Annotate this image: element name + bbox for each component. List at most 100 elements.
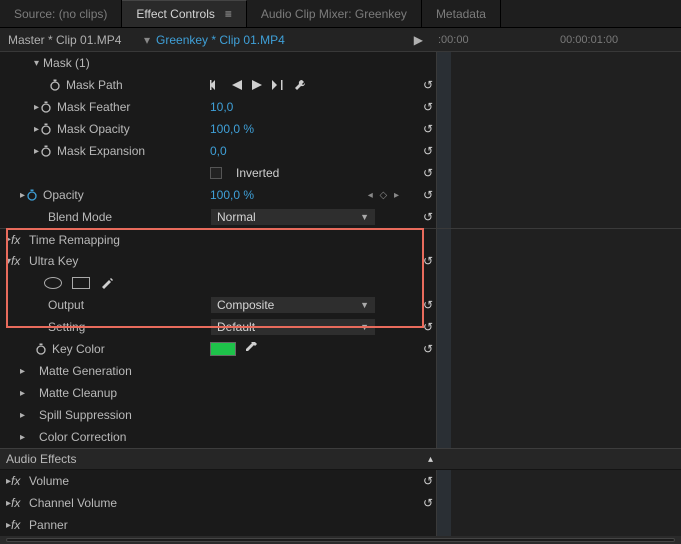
chevron-down-icon: ▼ xyxy=(360,212,369,222)
twisty-icon[interactable]: ▸ xyxy=(20,432,25,443)
mask-feather-value[interactable]: 10,0 xyxy=(210,100,233,114)
wrench-icon[interactable] xyxy=(294,79,306,91)
mask-section-label: Mask (1) xyxy=(43,56,90,70)
ellipse-mask-icon[interactable] xyxy=(44,277,62,289)
panner-row[interactable]: ▸ fx Panner xyxy=(0,514,681,536)
setting-label: Setting xyxy=(48,320,85,334)
twisty-icon[interactable]: ▸ xyxy=(20,388,25,399)
channel-volume-row[interactable]: ▸ fx Channel Volume ↺ xyxy=(0,492,681,514)
zoom-scrollbar[interactable] xyxy=(0,536,681,544)
reset-icon[interactable]: ↺ xyxy=(423,122,433,136)
mask-path-transport xyxy=(210,79,306,91)
stopwatch-icon[interactable] xyxy=(39,122,53,136)
mask-feather-row: ▸ Mask Feather 10,0 ↺ xyxy=(0,96,681,118)
tab-effect-controls[interactable]: Effect Controls ≡ xyxy=(122,0,247,27)
panel-menu-icon[interactable]: ≡ xyxy=(225,7,232,21)
matte-cleanup-label: Matte Cleanup xyxy=(39,386,117,400)
ultra-key-row[interactable]: ▾ fx Ultra Key ↺ xyxy=(0,250,681,272)
opacity-value[interactable]: 100,0 % xyxy=(210,188,254,202)
ultra-key-label: Ultra Key xyxy=(29,254,78,268)
spill-suppression-row[interactable]: ▸ Spill Suppression xyxy=(0,404,681,426)
mask-path-label: Mask Path xyxy=(66,78,123,92)
setting-row: Setting Default▼ ↺ xyxy=(0,316,681,338)
reset-icon[interactable]: ↺ xyxy=(423,188,433,202)
audio-effects-header[interactable]: Audio Effects ▴ xyxy=(0,448,681,470)
play-reverse-icon[interactable] xyxy=(232,80,242,90)
tab-audio-mixer[interactable]: Audio Clip Mixer: Greenkey xyxy=(247,0,422,27)
twisty-open-icon[interactable]: ▾ xyxy=(34,58,39,69)
prev-keyframe-icon[interactable] xyxy=(210,80,222,90)
keyframe-nav[interactable]: ◂ ◇ ▸ xyxy=(368,190,401,201)
fx-icon: fx xyxy=(11,254,25,268)
play-icon[interactable]: ▶ xyxy=(414,33,423,47)
reset-icon[interactable]: ↺ xyxy=(423,496,433,510)
reset-icon[interactable]: ↺ xyxy=(423,210,433,224)
rectangle-mask-icon[interactable] xyxy=(72,277,90,289)
key-color-label: Key Color xyxy=(52,342,105,356)
reset-icon[interactable]: ↺ xyxy=(423,474,433,488)
chevron-down-icon: ▼ xyxy=(360,300,369,310)
fx-icon: fx xyxy=(11,518,25,532)
inverted-checkbox[interactable] xyxy=(210,167,222,179)
tab-bar: Source: (no clips) Effect Controls ≡ Aud… xyxy=(0,0,681,28)
matte-generation-row[interactable]: ▸ Matte Generation xyxy=(0,360,681,382)
reset-icon[interactable]: ↺ xyxy=(423,342,433,356)
clip-header: Master * Clip 01.MP4 ▾ Greenkey * Clip 0… xyxy=(0,28,681,52)
setting-select[interactable]: Default▼ xyxy=(210,318,376,336)
mask-opacity-row: ▸ Mask Opacity 100,0 % ↺ xyxy=(0,118,681,140)
mask-expansion-value[interactable]: 0,0 xyxy=(210,144,227,158)
reset-icon[interactable]: ↺ xyxy=(423,100,433,114)
spill-suppression-label: Spill Suppression xyxy=(39,408,132,422)
stopwatch-icon[interactable] xyxy=(39,144,53,158)
mask-feather-label: Mask Feather xyxy=(57,100,130,114)
reset-icon[interactable]: ↺ xyxy=(423,144,433,158)
stopwatch-icon[interactable] xyxy=(34,342,48,356)
color-correction-row[interactable]: ▸ Color Correction xyxy=(0,426,681,448)
panner-label: Panner xyxy=(29,518,68,532)
reset-icon[interactable]: ↺ xyxy=(423,78,433,92)
mask-shape-tools xyxy=(0,272,681,294)
reset-icon[interactable]: ↺ xyxy=(423,320,433,334)
chevron-down-icon[interactable]: ▾ xyxy=(144,33,150,47)
time-remapping-label: Time Remapping xyxy=(29,233,120,247)
reset-icon[interactable]: ↺ xyxy=(423,166,433,180)
blend-mode-row: Blend Mode Normal▼ ↺ xyxy=(0,206,681,228)
mask-inverted-row: Inverted ↺ xyxy=(0,162,681,184)
reset-icon[interactable]: ↺ xyxy=(423,298,433,312)
collapse-up-icon[interactable]: ▴ xyxy=(428,454,433,465)
channel-volume-label: Channel Volume xyxy=(29,496,117,510)
blend-mode-select[interactable]: Normal▼ xyxy=(210,208,376,226)
volume-row[interactable]: ▸ fx Volume ↺ xyxy=(0,470,681,492)
output-row: Output Composite▼ ↺ xyxy=(0,294,681,316)
next-keyframe-icon[interactable] xyxy=(272,80,284,90)
mask-opacity-value[interactable]: 100,0 % xyxy=(210,122,254,136)
stopwatch-icon[interactable] xyxy=(39,100,53,114)
pen-mask-icon[interactable] xyxy=(100,275,114,292)
twisty-icon[interactable]: ▸ xyxy=(20,366,25,377)
output-label: Output xyxy=(48,298,84,312)
fx-icon: fx xyxy=(11,474,25,488)
mask-path-row: Mask Path ↺ xyxy=(0,74,681,96)
timeline-ruler[interactable]: :00:00 00:00:01:00 xyxy=(436,28,681,52)
tab-source[interactable]: Source: (no clips) xyxy=(0,0,122,27)
stopwatch-icon[interactable] xyxy=(48,78,62,92)
mask-opacity-label: Mask Opacity xyxy=(57,122,130,136)
twisty-icon[interactable]: ▸ xyxy=(20,410,25,421)
stopwatch-active-icon[interactable] xyxy=(25,188,39,202)
blend-mode-label: Blend Mode xyxy=(48,210,112,224)
time-remapping-row[interactable]: ▸ fx Time Remapping xyxy=(0,228,681,250)
key-color-swatch[interactable] xyxy=(210,342,236,356)
opacity-label: Opacity xyxy=(43,188,84,202)
reset-icon[interactable]: ↺ xyxy=(423,254,433,268)
source-clip-link[interactable]: Greenkey * Clip 01.MP4 xyxy=(156,33,285,47)
mask-expansion-row: ▸ Mask Expansion 0,0 ↺ xyxy=(0,140,681,162)
tab-metadata[interactable]: Metadata xyxy=(422,0,501,27)
output-select[interactable]: Composite▼ xyxy=(210,296,376,314)
audio-effects-label: Audio Effects xyxy=(6,452,77,466)
timecode-mark: 00:00:01:00 xyxy=(560,34,618,46)
eyedropper-icon[interactable] xyxy=(244,341,258,358)
mask-section[interactable]: ▾ Mask (1) xyxy=(0,52,681,74)
matte-cleanup-row[interactable]: ▸ Matte Cleanup xyxy=(0,382,681,404)
play-forward-icon[interactable] xyxy=(252,80,262,90)
fx-icon: fx xyxy=(11,233,25,247)
